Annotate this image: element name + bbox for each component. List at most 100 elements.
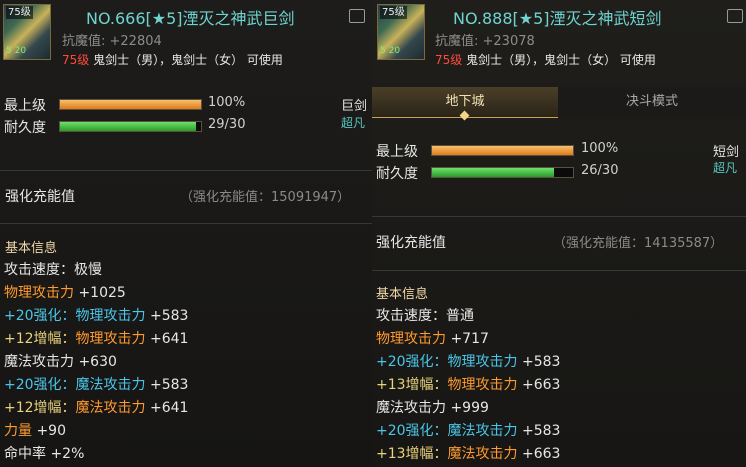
anti-magic-value: 抗魔值: +23078 xyxy=(435,34,535,49)
stat-line: +20强化：魔法攻击力 +583 xyxy=(4,377,188,393)
stat-segment: +663 xyxy=(517,446,561,462)
stat-line: +13增幅：物理攻击力 +663 xyxy=(376,377,560,393)
weapon-type: 短剑 xyxy=(713,145,740,160)
stat-line: 物理攻击力 +717 xyxy=(376,331,489,347)
stat-segment: +13增幅： xyxy=(376,377,448,393)
item-name: NO.666[★5]湮灭之神武巨剑 xyxy=(86,9,295,28)
thumb-level: 75级 xyxy=(6,6,33,19)
requirement-line: 75级 鬼剑士（男），鬼剑士（女） 可使用 xyxy=(62,51,283,68)
stat-segment: 物理攻击力 xyxy=(447,377,518,393)
stat-segment: +20强化： xyxy=(4,308,76,324)
stat-segment: 物理攻击力 xyxy=(4,285,74,301)
stat-line: 魔法攻击力 +630 xyxy=(4,354,117,370)
thumb-sub: 5 20 xyxy=(380,46,401,56)
stat-line: +20强化：物理攻击力 +583 xyxy=(376,354,560,370)
basic-info-header: 基本信息 xyxy=(5,241,58,256)
durability-value: 29/30 xyxy=(208,117,246,132)
durability-bar xyxy=(59,121,202,132)
stat-segment: 魔法攻击力 +999 xyxy=(376,400,489,416)
required-class: 鬼剑士（男），鬼剑士（女） 可使用 xyxy=(93,53,283,67)
stat-segment: +20强化： xyxy=(376,423,448,439)
stat-line: 魔法攻击力 +999 xyxy=(376,400,489,416)
divider xyxy=(372,216,746,217)
stat-segment: +90 xyxy=(32,423,66,439)
charge-label: 强化充能值 xyxy=(5,189,75,205)
stat-line: 攻击速度：普通 xyxy=(376,308,474,324)
max-level-value: 100% xyxy=(581,141,619,156)
stat-segment: +583 xyxy=(145,377,189,393)
stat-segment: +583 xyxy=(517,354,561,370)
tab-pvp[interactable]: 决斗模式 xyxy=(558,87,746,117)
stat-segment: +583 xyxy=(517,423,561,439)
stat-segment: 魔法攻击力 xyxy=(75,377,146,393)
required-level: 75级 xyxy=(62,53,90,67)
stat-segment: +641 xyxy=(145,331,189,347)
stat-line: +20强化：魔法攻击力 +583 xyxy=(376,423,560,439)
stat-line: +12增幅：魔法攻击力 +641 xyxy=(4,400,188,416)
stat-segment: 命中率 +2% xyxy=(4,446,85,462)
stat-segment: +20强化： xyxy=(376,354,448,370)
stat-segment: 魔法攻击力 xyxy=(447,446,518,462)
stat-segment: 物理攻击力 xyxy=(376,331,446,347)
thumb-level: 75级 xyxy=(380,6,407,19)
charge-value: （强化充能值：15091947） xyxy=(180,190,351,205)
max-level-fill xyxy=(432,146,573,155)
stat-segment: +641 xyxy=(145,400,189,416)
stat-segment: +13增幅： xyxy=(376,446,448,462)
stat-segment: +12增幅： xyxy=(4,331,76,347)
stat-line: 攻击速度：极慢 xyxy=(4,262,102,278)
max-level-fill xyxy=(60,100,201,109)
max-level-bar xyxy=(431,145,574,156)
stat-segment: 攻击速度：极慢 xyxy=(4,262,102,278)
charge-value: （强化充能值：14135587） xyxy=(553,236,724,251)
durability-fill xyxy=(432,168,555,177)
durability-fill xyxy=(60,122,197,131)
item-grade: 超凡 xyxy=(713,161,738,175)
stat-line: 物理攻击力 +1025 xyxy=(4,285,126,301)
stat-line: +12增幅：物理攻击力 +641 xyxy=(4,331,188,347)
stat-segment: +717 xyxy=(446,331,489,347)
stat-segment: 魔法攻击力 xyxy=(447,423,518,439)
weapon-type: 巨剑 xyxy=(341,99,368,114)
required-level: 75级 xyxy=(435,53,463,67)
stat-line: +13增幅：魔法攻击力 +663 xyxy=(376,446,560,462)
charge-label: 强化充能值 xyxy=(376,235,446,251)
stat-segment: 物理攻击力 xyxy=(75,331,146,347)
anti-magic-value: 抗魔值: +22804 xyxy=(62,34,162,49)
max-level-label: 最上级 xyxy=(4,98,46,114)
stat-segment: 攻击速度：普通 xyxy=(376,308,474,324)
divider xyxy=(0,170,372,171)
stat-segment: 魔法攻击力 xyxy=(75,400,146,416)
stat-segment: 物理攻击力 xyxy=(447,354,518,370)
stat-segment: 力量 xyxy=(4,423,32,439)
item-tooltip-right: 75级 5 20 NO.888[★5]湮灭之神武短剑 抗魔值: +23078 7… xyxy=(372,0,746,467)
item-grade: 超凡 xyxy=(341,116,366,130)
stat-segment: +20强化： xyxy=(4,377,76,393)
basic-info-header: 基本信息 xyxy=(376,287,429,302)
max-level-value: 100% xyxy=(208,95,246,110)
stat-segment: +1025 xyxy=(74,285,126,301)
mode-tabs: 地下城 决斗模式 xyxy=(372,87,746,118)
max-level-label: 最上级 xyxy=(376,144,418,160)
divider xyxy=(0,223,372,224)
stat-segment: 物理攻击力 xyxy=(75,308,146,324)
stat-segment: +663 xyxy=(517,377,561,393)
item-tooltip-left: 75级 5 20 NO.666[★5]湮灭之神武巨剑 抗魔值: +22804 7… xyxy=(0,0,372,467)
durability-label: 耐久度 xyxy=(4,120,46,136)
weapon-thumbnail-icon: 75级 5 20 xyxy=(377,4,425,60)
durability-value: 26/30 xyxy=(581,163,619,178)
share-icon[interactable] xyxy=(349,9,365,23)
thumb-sub: 5 20 xyxy=(6,46,27,56)
stat-segment: 魔法攻击力 +630 xyxy=(4,354,117,370)
requirement-line: 75级 鬼剑士（男），鬼剑士（女） 可使用 xyxy=(435,51,656,68)
stat-line: 力量 +90 xyxy=(4,423,66,439)
stat-segment: +12增幅： xyxy=(4,400,76,416)
durability-bar xyxy=(431,167,574,178)
share-icon[interactable] xyxy=(727,9,743,23)
required-class: 鬼剑士（男），鬼剑士（女） 可使用 xyxy=(466,53,656,67)
max-level-bar xyxy=(59,99,202,110)
item-name: NO.888[★5]湮灭之神武短剑 xyxy=(453,9,662,28)
divider xyxy=(372,270,746,271)
stat-line: +20强化：物理攻击力 +583 xyxy=(4,308,188,324)
weapon-thumbnail-icon: 75级 5 20 xyxy=(3,4,51,60)
